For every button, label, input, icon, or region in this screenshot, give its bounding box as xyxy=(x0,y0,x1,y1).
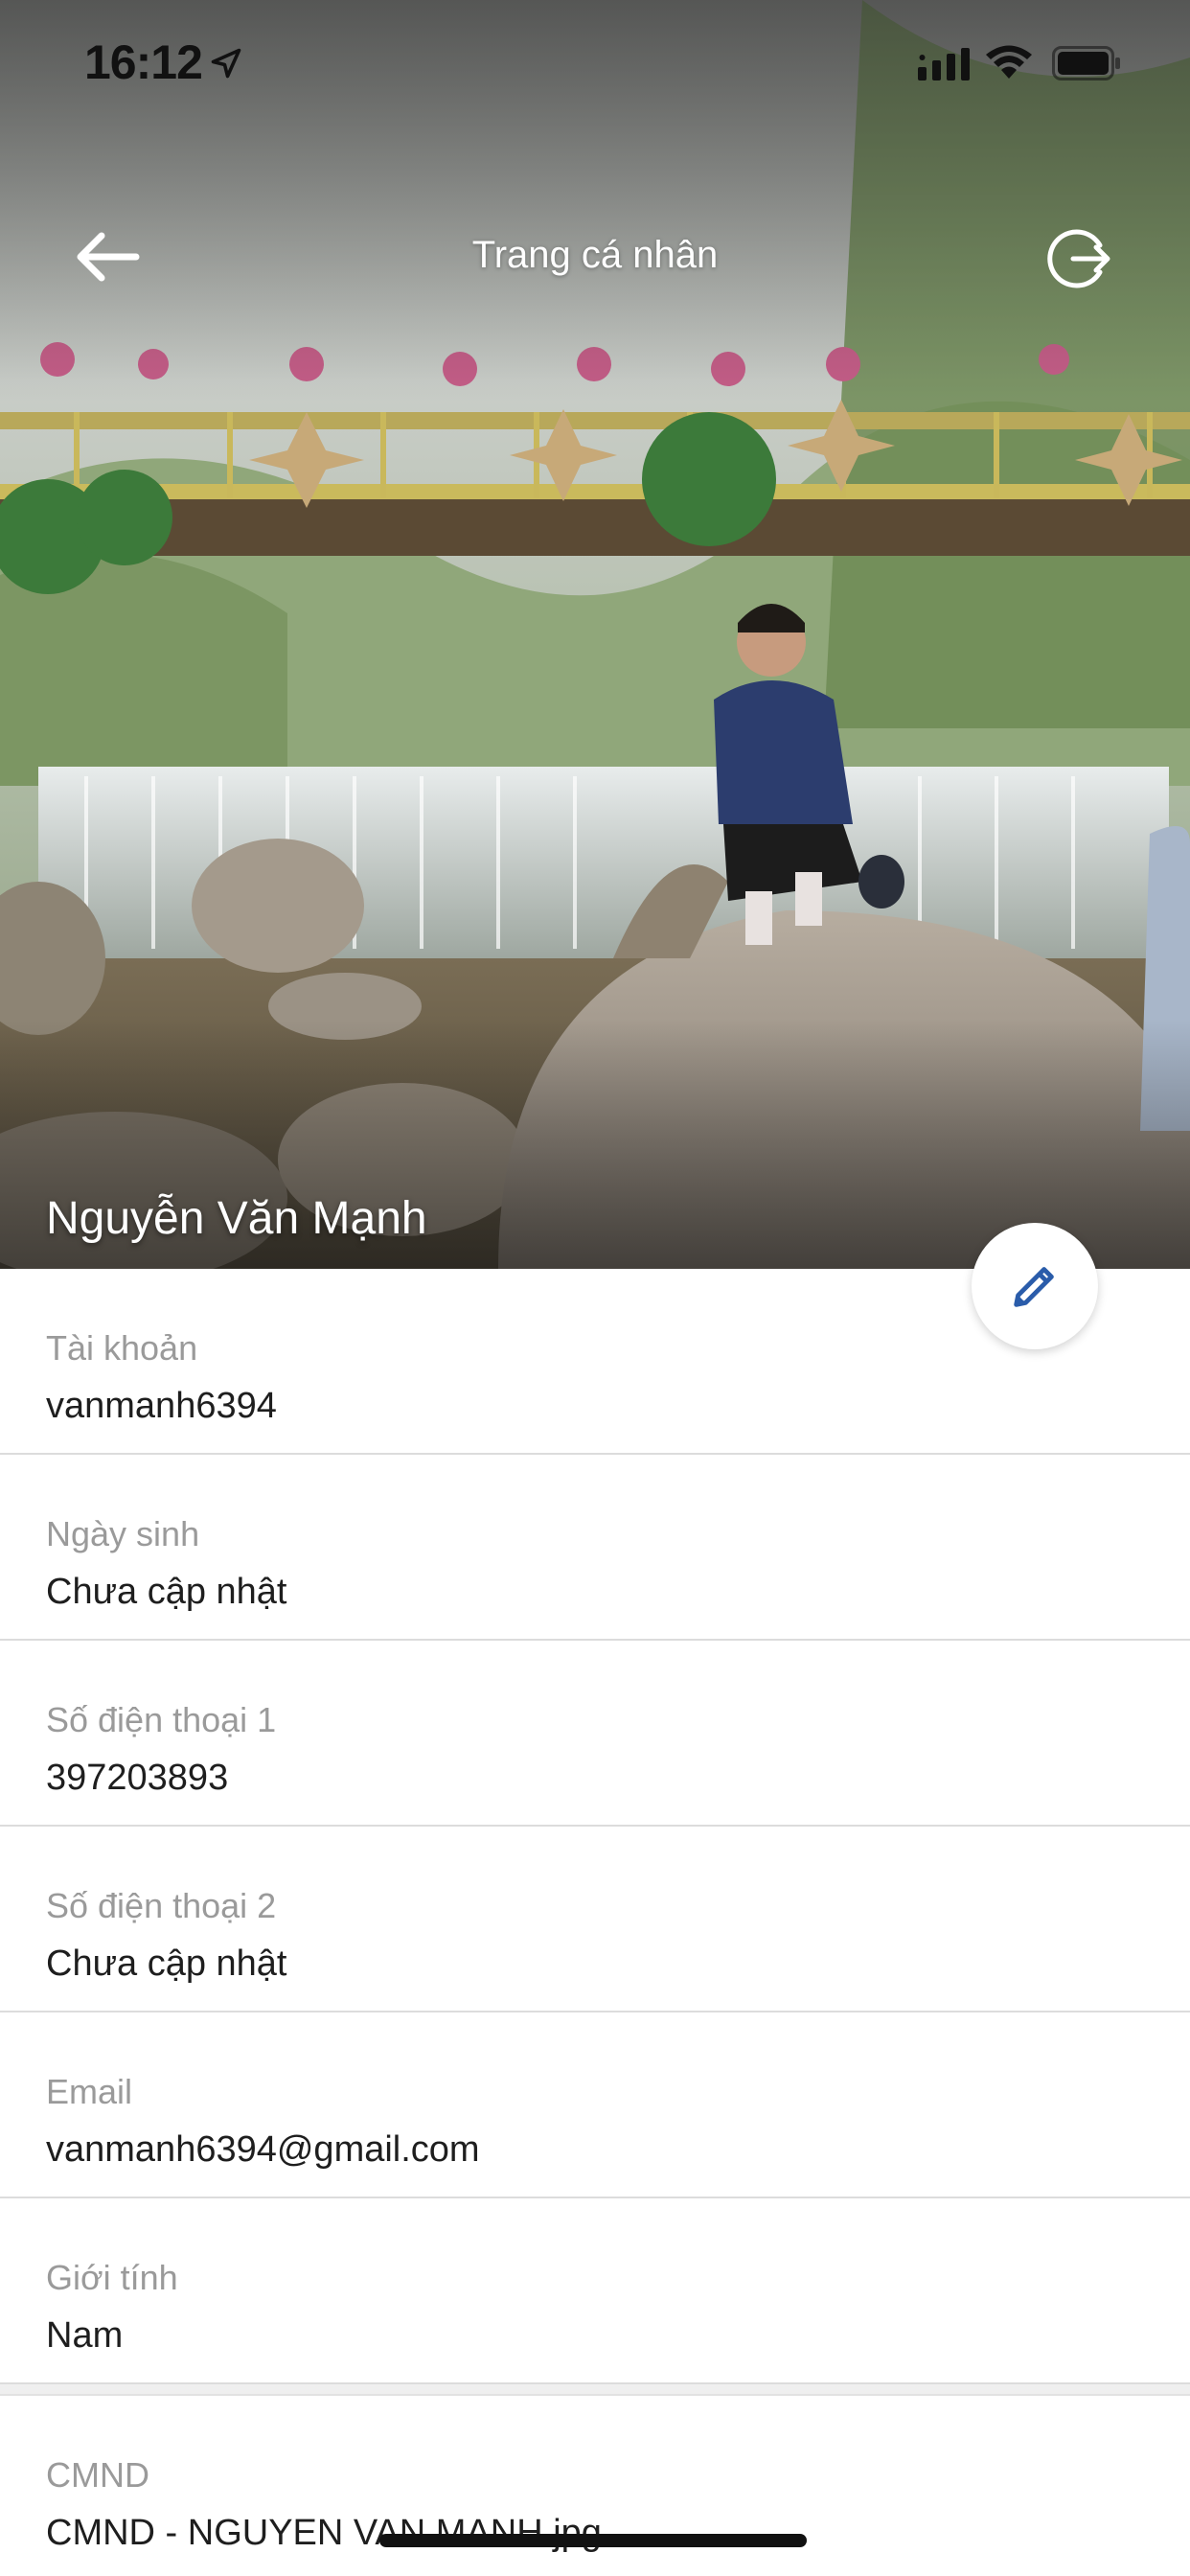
status-bar: 16:12 xyxy=(0,0,1190,126)
info-value: Chưa cập nhật xyxy=(46,1944,287,1984)
info-label: Giới tính xyxy=(46,2258,178,2297)
cellular-signal-icon xyxy=(918,48,970,80)
info-row-id-card[interactable]: CMND CMND - NGUYEN VAN MANH.jpg xyxy=(0,2396,1190,2576)
info-row-phone-1: Số điện thoại 1 397203893 xyxy=(0,1641,1190,1827)
profile-info-list: Tài khoản vanmanh6394 Ngày sinh Chưa cập… xyxy=(0,1269,1190,2576)
home-indicator xyxy=(379,2534,807,2547)
info-row-email: Email vanmanh6394@gmail.com xyxy=(0,2012,1190,2198)
battery-icon xyxy=(1052,46,1120,80)
info-value: Chưa cập nhật xyxy=(46,1572,287,1612)
logout-icon[interactable] xyxy=(1046,226,1111,291)
pencil-icon xyxy=(1014,1267,1054,1307)
profile-name: Nguyễn Văn Mạnh xyxy=(46,1193,427,1244)
edit-profile-button[interactable] xyxy=(972,1223,1098,1349)
info-value: vanmanh6394@gmail.com xyxy=(46,2129,480,2170)
cover-photo xyxy=(0,0,1190,1269)
info-value: 397203893 xyxy=(46,1758,229,1798)
info-label: Tài khoản xyxy=(46,1328,198,1368)
location-arrow-icon xyxy=(211,48,241,79)
info-label: Số điện thoại 2 xyxy=(46,1886,277,1925)
info-value: vanmanh6394 xyxy=(46,1386,277,1426)
info-label: Số điện thoại 1 xyxy=(46,1700,277,1739)
info-value: Nam xyxy=(46,2315,124,2356)
info-row-gender: Giới tính Nam xyxy=(0,2198,1190,2384)
info-label: Email xyxy=(46,2072,133,2111)
page-title: Trang cá nhân xyxy=(471,234,719,276)
status-time: 16:12 xyxy=(84,35,203,89)
section-divider xyxy=(0,2384,1190,2396)
profile-screen: 16:12 Trang cá nhân Nguyễn Văn Mạnh Tài … xyxy=(0,0,1190,2576)
info-label: Ngày sinh xyxy=(46,1514,200,1553)
info-label: CMND xyxy=(46,2455,149,2495)
info-row-phone-2: Số điện thoại 2 Chưa cập nhật xyxy=(0,1827,1190,2012)
wifi-icon xyxy=(986,45,1032,79)
info-row-birthday: Ngày sinh Chưa cập nhật xyxy=(0,1455,1190,1641)
